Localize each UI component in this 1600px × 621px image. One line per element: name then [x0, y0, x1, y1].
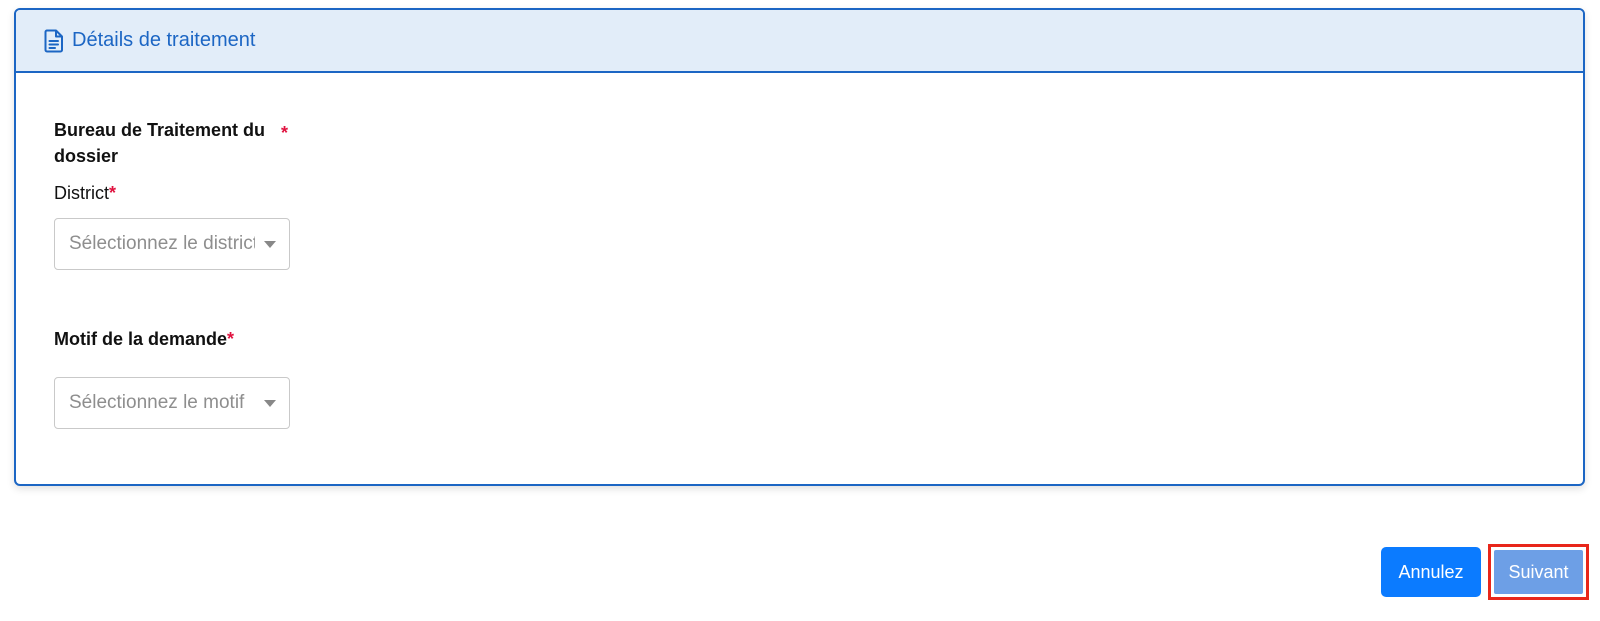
treatment-details-card: Détails de traitement Bureau de Traiteme… — [14, 8, 1585, 486]
card-header: Détails de traitement — [16, 10, 1583, 73]
card-title: Détails de traitement — [72, 29, 256, 51]
caret-down-icon — [264, 241, 276, 248]
bureau-label: Bureau de Traitement du dossier — [54, 120, 266, 166]
next-button[interactable]: Suivant — [1494, 550, 1583, 594]
district-label: District* — [54, 183, 116, 204]
district-select[interactable]: Sélectionnez le district — [54, 218, 290, 270]
motif-label-text: Motif de la demande — [54, 329, 228, 349]
bureau-required-marker: * — [281, 123, 289, 143]
motif-label: Motif de la demande* — [54, 326, 234, 352]
motif-select[interactable]: Sélectionnez le motif — [54, 377, 290, 429]
document-icon — [44, 29, 64, 53]
cancel-button[interactable]: Annulez — [1381, 547, 1481, 597]
motif-placeholder: Sélectionnez le motif — [69, 392, 245, 413]
motif-required-marker: * — [227, 329, 235, 349]
district-placeholder: Sélectionnez le district — [69, 233, 255, 254]
district-required-marker: * — [109, 183, 117, 203]
caret-down-icon — [264, 400, 276, 407]
district-label-text: District — [54, 183, 109, 203]
